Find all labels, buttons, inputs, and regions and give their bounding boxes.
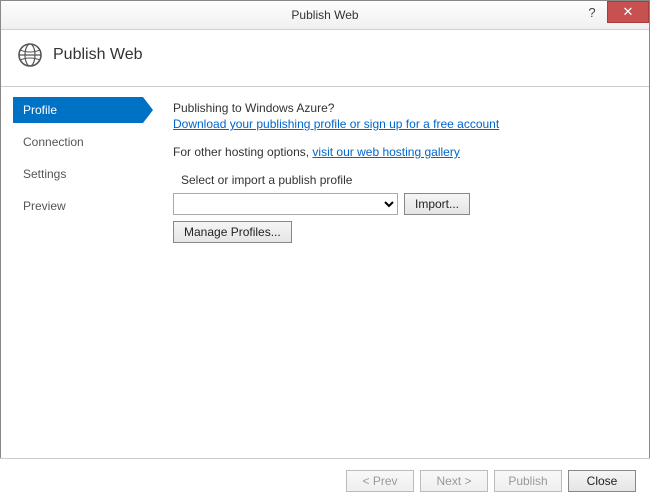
titlebar-controls: ? ✕ xyxy=(577,1,649,29)
main: Profile Connection Settings Preview Publ… xyxy=(1,87,649,457)
sidebar-item-label: Profile xyxy=(23,103,57,117)
content-panel: Publishing to Windows Azure? Download yo… xyxy=(143,87,649,457)
footer: < Prev Next > Publish Close xyxy=(0,458,650,503)
sidebar-item-label: Settings xyxy=(23,167,66,181)
azure-question: Publishing to Windows Azure? xyxy=(173,101,645,115)
other-hosting-text: For other hosting options, xyxy=(173,145,312,159)
hosting-gallery-link[interactable]: visit our web hosting gallery xyxy=(312,145,459,159)
globe-publish-icon xyxy=(17,42,43,68)
titlebar: Publish Web ? ✕ xyxy=(1,1,649,30)
next-button: Next > xyxy=(420,470,488,492)
import-button[interactable]: Import... xyxy=(404,193,470,215)
header: Publish Web xyxy=(1,30,649,87)
publish-button: Publish xyxy=(494,470,562,492)
publish-profile-select[interactable] xyxy=(173,193,398,215)
page-title: Publish Web xyxy=(53,46,143,64)
manage-profiles-button[interactable]: Manage Profiles... xyxy=(173,221,292,243)
sidebar-item-label: Preview xyxy=(23,199,66,213)
close-button[interactable]: Close xyxy=(568,470,636,492)
sidebar-item-settings[interactable]: Settings xyxy=(13,161,143,187)
azure-download-link[interactable]: Download your publishing profile or sign… xyxy=(173,117,499,131)
wizard-sidebar: Profile Connection Settings Preview xyxy=(1,87,143,457)
help-icon[interactable]: ? xyxy=(577,1,607,23)
sidebar-item-profile[interactable]: Profile xyxy=(13,97,143,123)
select-profile-label: Select or import a publish profile xyxy=(181,173,645,187)
close-icon[interactable]: ✕ xyxy=(607,1,649,23)
sidebar-item-preview[interactable]: Preview xyxy=(13,193,143,219)
sidebar-item-label: Connection xyxy=(23,135,84,149)
sidebar-item-connection[interactable]: Connection xyxy=(13,129,143,155)
prev-button: < Prev xyxy=(346,470,414,492)
window-title: Publish Web xyxy=(1,8,649,22)
